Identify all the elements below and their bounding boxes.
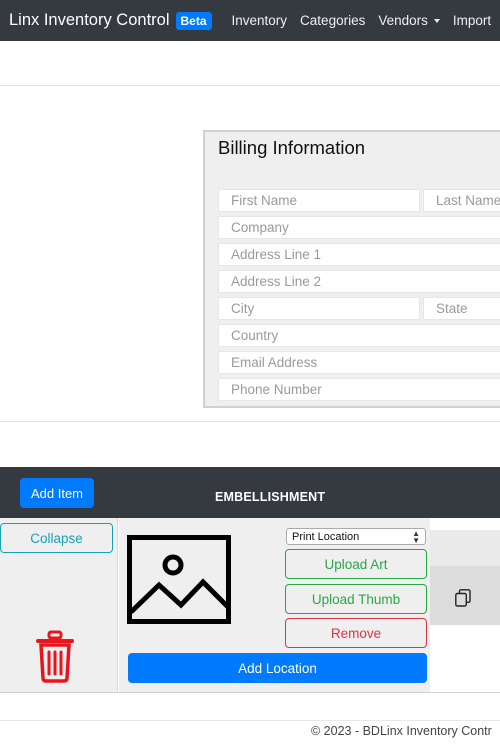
- city-field[interactable]: City: [218, 297, 420, 320]
- footer-divider: [0, 720, 500, 721]
- nav-vendors-label: Vendors: [378, 13, 428, 28]
- embellishment-title: EMBELLISHMENT: [215, 490, 326, 504]
- copy-icon[interactable]: [455, 589, 471, 612]
- chevron-down-icon: [433, 18, 440, 23]
- footer-copyright: © 2023 - BDLinx Inventory Contr: [311, 724, 492, 738]
- top-navbar: Linx Inventory Control Beta Inventory Ca…: [0, 0, 500, 41]
- nav-categories[interactable]: Categories: [300, 13, 365, 28]
- last-name-field[interactable]: Last Name: [423, 189, 500, 212]
- collapse-button[interactable]: Collapse: [0, 523, 113, 553]
- image-placeholder-icon: [127, 535, 231, 629]
- brand-title: Linx Inventory Control: [9, 11, 170, 29]
- phone-field[interactable]: Phone Number: [218, 378, 500, 401]
- add-location-button[interactable]: Add Location: [128, 653, 427, 683]
- upload-art-button[interactable]: Upload Art: [285, 549, 427, 579]
- brand-link[interactable]: Linx Inventory Control Beta: [9, 11, 212, 30]
- nav-import[interactable]: Import: [453, 13, 491, 28]
- print-location-value: Print Location: [292, 530, 360, 543]
- remove-button[interactable]: Remove: [285, 618, 427, 648]
- address-line-1-field[interactable]: Address Line 1: [218, 243, 500, 266]
- add-item-button[interactable]: Add Item: [20, 478, 94, 508]
- email-field[interactable]: Email Address: [218, 351, 500, 374]
- state-field[interactable]: State: [423, 297, 500, 320]
- divider: [0, 85, 500, 86]
- upload-thumb-button[interactable]: Upload Thumb: [285, 584, 427, 614]
- item-right-header: [430, 530, 500, 566]
- billing-information-panel: Billing Information First Name Last Name…: [203, 130, 500, 408]
- nav-vendors[interactable]: Vendors: [378, 13, 440, 28]
- billing-title: Billing Information: [218, 137, 366, 158]
- beta-badge: Beta: [175, 11, 212, 30]
- select-arrows-icon: ▲ ▼: [412, 529, 420, 545]
- print-location-select[interactable]: Print Location ▲ ▼: [286, 528, 426, 545]
- nav-inventory[interactable]: Inventory: [232, 13, 288, 28]
- address-line-2-field[interactable]: Address Line 2: [218, 270, 500, 293]
- first-name-field[interactable]: First Name: [218, 189, 420, 212]
- company-field[interactable]: Company: [218, 216, 500, 239]
- divider: [0, 421, 500, 422]
- country-field[interactable]: Country: [218, 324, 500, 347]
- trash-icon[interactable]: [36, 630, 74, 688]
- divider: [0, 692, 500, 693]
